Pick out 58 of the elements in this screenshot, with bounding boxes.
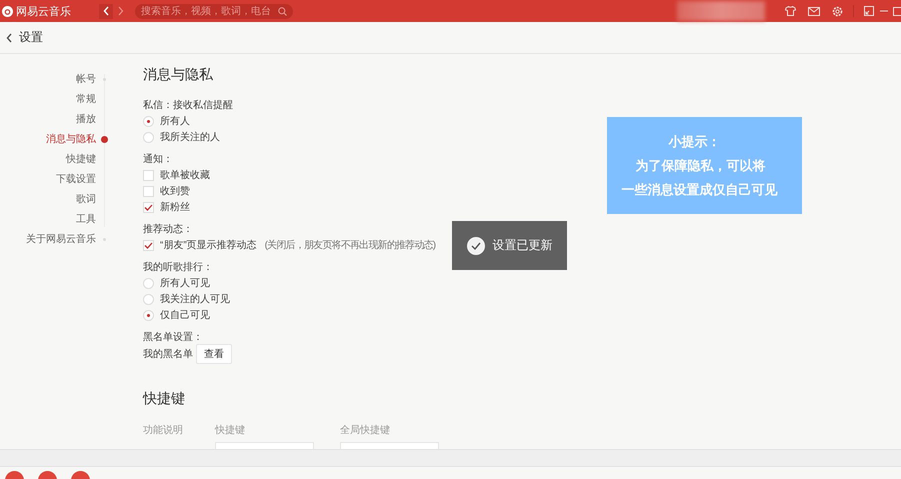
group-label: 通知： <box>143 152 173 167</box>
option-label: “朋友”页显示推荐动态 <box>160 238 257 252</box>
radio-button[interactable] <box>143 278 154 288</box>
option-label: 所有人 <box>160 114 190 128</box>
group-label: 推荐动态： <box>143 222 193 237</box>
checkbox[interactable] <box>143 202 154 212</box>
option-note: (关闭后，朋友页将不再出现新的推荐动态) <box>264 238 436 252</box>
chevron-left-icon <box>102 6 110 16</box>
section-title: 快捷键 <box>143 390 186 408</box>
group-label: 我的听歌排行： <box>143 260 213 275</box>
search-icon <box>278 6 287 16</box>
page-title: 设置 <box>19 29 43 46</box>
toast-text: 设置已更新 <box>492 237 552 254</box>
view-button[interactable]: 查看 <box>196 344 232 364</box>
mini-mode-icon[interactable] <box>864 6 874 16</box>
radio-button[interactable] <box>143 116 154 126</box>
sidebar-item[interactable]: 下载设置 <box>56 172 96 186</box>
checkbox[interactable] <box>143 240 154 250</box>
sidebar-item[interactable]: 快捷键 <box>66 152 96 166</box>
sidebar-item[interactable]: 关于网易云音乐 <box>26 232 96 246</box>
option-label: 新粉丝 <box>160 200 190 214</box>
tip-text: 一些消息设置成仅自己可见 <box>622 180 778 198</box>
radio-button[interactable] <box>143 294 154 304</box>
shirt-icon[interactable] <box>785 6 796 16</box>
app-name: 网易云音乐 <box>16 4 71 18</box>
column-header: 全局快捷键 <box>340 424 391 437</box>
sidebar-item[interactable]: 常规 <box>76 92 96 106</box>
maximize-icon[interactable] <box>893 6 901 16</box>
column-header: 功能说明 <box>143 424 184 437</box>
tip-text: 为了保障隐私，可以将 <box>636 156 766 174</box>
sidebar-item[interactable]: 消息与隐私 <box>46 132 96 146</box>
section-title: 消息与隐私 <box>143 66 214 84</box>
sidebar-item[interactable]: 帐号 <box>76 72 96 86</box>
chevron-right-icon <box>116 6 124 16</box>
marker-dot <box>101 136 108 142</box>
mail-icon[interactable] <box>808 6 820 16</box>
group-label: 黑名单设置： <box>143 330 203 345</box>
option-label: 所有人可见 <box>160 276 210 290</box>
checkbox[interactable] <box>143 170 154 180</box>
sidebar-item[interactable]: 播放 <box>76 112 96 126</box>
option-label: 收到赞 <box>160 185 190 198</box>
back-icon <box>6 32 13 42</box>
tip-title: 小提示： <box>668 132 720 150</box>
settings-icon[interactable] <box>832 6 843 16</box>
option-label: 歌单被收藏 <box>160 168 210 182</box>
checkbox[interactable] <box>143 186 154 196</box>
back-button[interactable] <box>99 4 113 18</box>
check-circle-icon <box>466 236 484 254</box>
radio-button[interactable] <box>143 132 154 142</box>
group-label: 私信：接收私信提醒 <box>143 98 233 113</box>
blacklist-label: 我的黑名单 <box>143 348 193 361</box>
column-header: 快捷键 <box>215 424 246 437</box>
option-label: 我关注的人可见 <box>160 292 230 306</box>
sidebar-item[interactable]: 工具 <box>76 212 96 226</box>
option-label: 仅自己可见 <box>160 309 210 322</box>
sidebar-item[interactable]: 歌词 <box>76 192 96 206</box>
radio-button[interactable] <box>143 310 154 320</box>
option-label: 我所关注的人 <box>160 130 220 144</box>
